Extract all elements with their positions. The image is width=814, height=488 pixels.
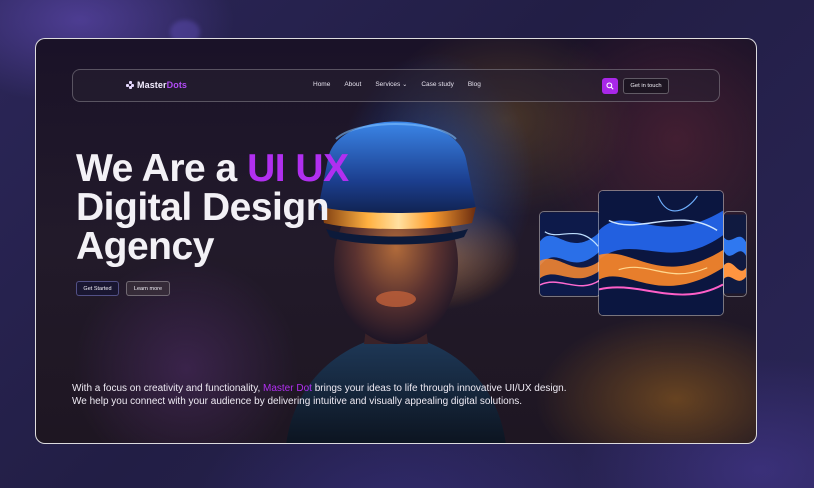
nav-item-services-label: Services xyxy=(375,81,401,88)
tagline-line-1: With a focus on creativity and functiona… xyxy=(72,383,632,396)
brand-logo[interactable]: MasterDots xyxy=(126,80,187,90)
nav-menu: Home About Services ⌄ Case study Blog xyxy=(313,81,481,88)
hero-title-accent: UI UX xyxy=(247,147,349,190)
tagline-text-before: With a focus on creativity and functiona… xyxy=(72,383,264,394)
nav-item-services[interactable]: Services ⌄ xyxy=(375,81,407,88)
tagline-highlight: Master Dot xyxy=(263,383,312,394)
search-button[interactable] xyxy=(602,78,618,94)
hero-buttons: Get Started Learn more xyxy=(76,281,170,296)
art-card-left xyxy=(539,211,601,297)
nav-item-about[interactable]: About xyxy=(344,81,361,88)
hero-title: We Are a UI UX Digital Design Agency xyxy=(76,149,376,266)
chevron-down-icon: ⌄ xyxy=(402,82,408,88)
nav-item-blog[interactable]: Blog xyxy=(468,81,481,88)
get-in-touch-button[interactable]: Get in touch xyxy=(623,78,669,94)
nav-item-home[interactable]: Home xyxy=(313,81,330,88)
hero-tagline: With a focus on creativity and functiona… xyxy=(72,383,632,408)
logo-mark-icon xyxy=(126,81,134,89)
website-preview-frame: MasterDots Home About Services ⌄ Case stu… xyxy=(35,38,757,444)
tagline-line-2: We help you connect with your audience b… xyxy=(72,395,523,407)
learn-more-button[interactable]: Learn more xyxy=(126,281,170,296)
search-icon xyxy=(606,82,614,90)
nav-item-case-study[interactable]: Case study xyxy=(421,81,454,88)
top-navigation-bar: MasterDots Home About Services ⌄ Case stu… xyxy=(72,69,720,102)
art-card-right xyxy=(723,211,747,297)
art-card-main xyxy=(598,190,724,316)
abstract-art-cards xyxy=(539,189,756,319)
hero-title-line-1: We Are a UI UX xyxy=(76,149,376,188)
hero-title-prefix: We Are a xyxy=(76,147,248,190)
brand-name: MasterDots xyxy=(137,80,188,90)
hero-title-line-3: Agency xyxy=(76,225,214,268)
get-started-button[interactable]: Get Started xyxy=(76,281,119,296)
tagline-text-after: brings your ideas to life through innova… xyxy=(311,383,567,394)
hero-title-line-2: Digital Design xyxy=(76,186,330,229)
